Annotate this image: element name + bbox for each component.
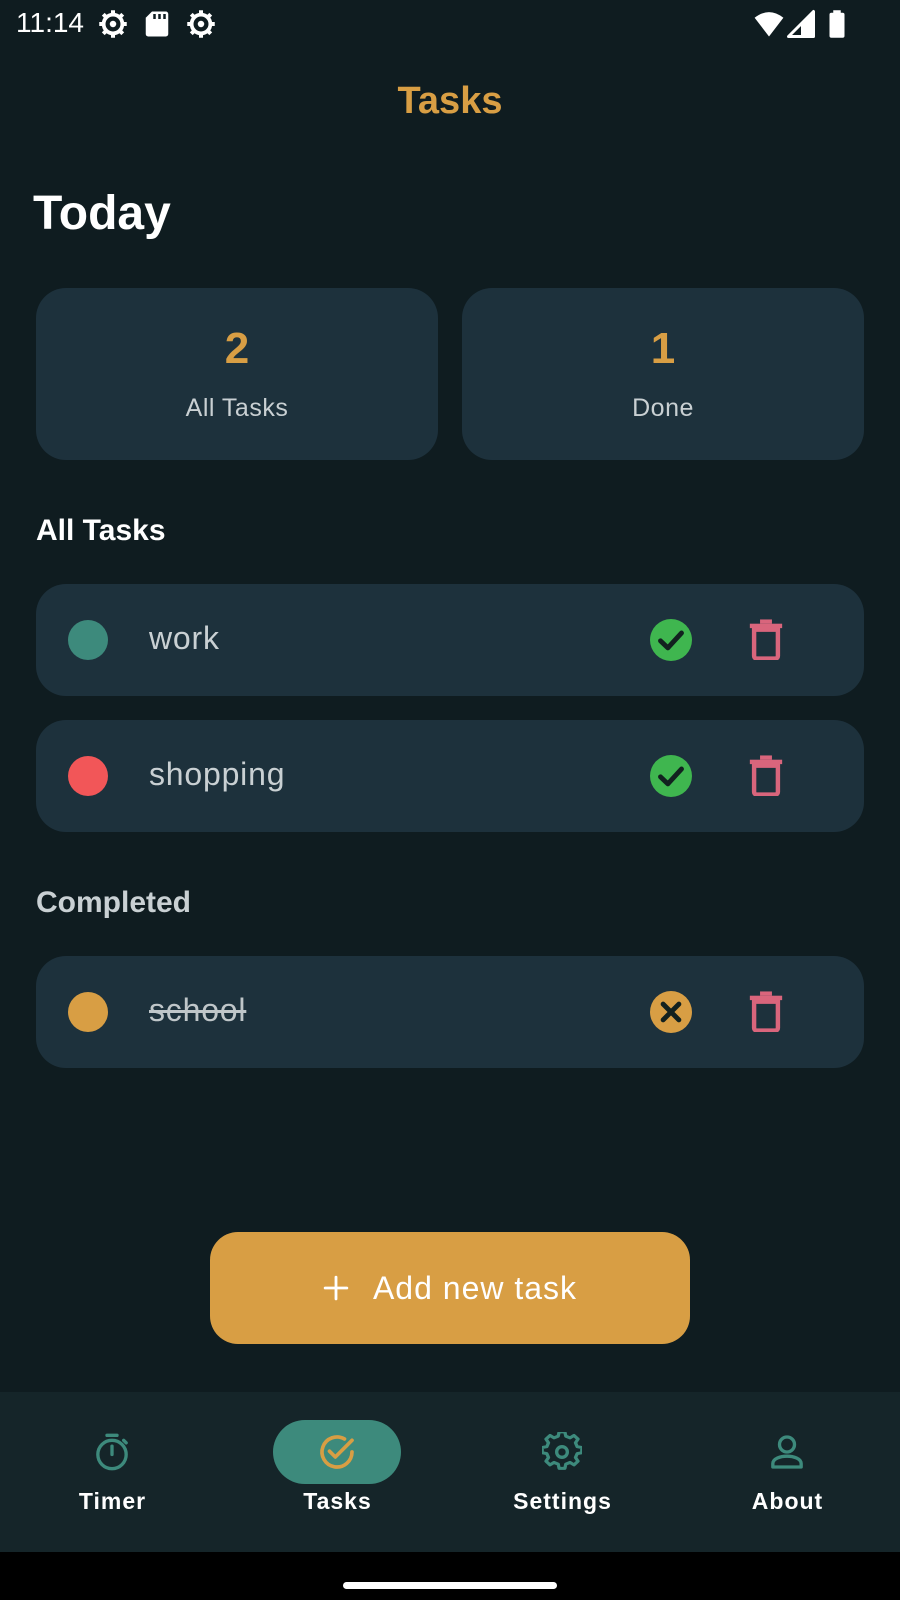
gesture-area [0,1552,900,1600]
done-stat-label: Done [632,394,694,422]
all-tasks-stat-label: All Tasks [185,394,289,422]
status-time: 11:14 [16,7,84,38]
nav-label: Tasks [303,1488,372,1514]
done-count: 1 [650,324,676,373]
nav-item-settings[interactable]: Settings [450,1392,675,1552]
task-color-dot [68,992,108,1032]
all-tasks-stat-card: 2 All Tasks [36,288,438,460]
nav-item-tasks[interactable]: Tasks [225,1392,450,1552]
today-heading: Today [33,187,171,240]
all-tasks-count: 2 [224,324,250,373]
gear-icon [187,10,215,38]
battery-icon [829,10,845,38]
gear-icon [99,10,127,38]
sd-card-icon [145,11,169,37]
nav-label: About [751,1488,824,1514]
task-item-work[interactable]: work [36,584,864,696]
task-color-dot [68,620,108,660]
tasks-screen: 11:14 Tasks Today 2 All Tasks 1 Done All… [0,0,900,1600]
nav-item-about[interactable]: About [675,1392,900,1552]
plus-icon [323,1275,349,1301]
nav-item-timer[interactable]: Timer [0,1392,225,1552]
all-tasks-heading: All Tasks [36,514,166,547]
signal-icon [787,10,815,38]
completed-heading: Completed [36,886,192,919]
trash-icon[interactable] [749,754,783,796]
trash-icon[interactable] [749,990,783,1032]
task-item-shopping[interactable]: shopping [36,720,864,832]
done-stat-card: 1 Done [462,288,864,460]
task-label: work [149,620,220,656]
nav-label: Settings [513,1488,612,1514]
status-bar: 11:14 [0,0,900,48]
person-icon [771,1435,803,1469]
bottom-navigation: Timer Tasks Settings About [0,1392,900,1552]
trash-icon[interactable] [749,618,783,660]
add-new-task-label: Add new task [372,1269,578,1306]
add-new-task-button[interactable]: Add new task [210,1232,690,1344]
check-circle-icon[interactable] [650,755,692,797]
task-label: school [149,992,247,1028]
nav-label: Timer [78,1488,147,1514]
check-circle-icon[interactable] [650,619,692,661]
stopwatch-icon [96,1433,128,1471]
check-circle-icon [320,1435,354,1469]
task-color-dot [68,756,108,796]
wifi-icon [754,12,784,37]
task-label: shopping [149,756,286,792]
gear-icon [542,1432,582,1470]
home-gesture-handle[interactable] [343,1582,557,1589]
app-bar-title: Tasks [397,80,503,122]
cancel-circle-icon[interactable] [650,991,692,1033]
task-item-school[interactable]: school [36,956,864,1068]
